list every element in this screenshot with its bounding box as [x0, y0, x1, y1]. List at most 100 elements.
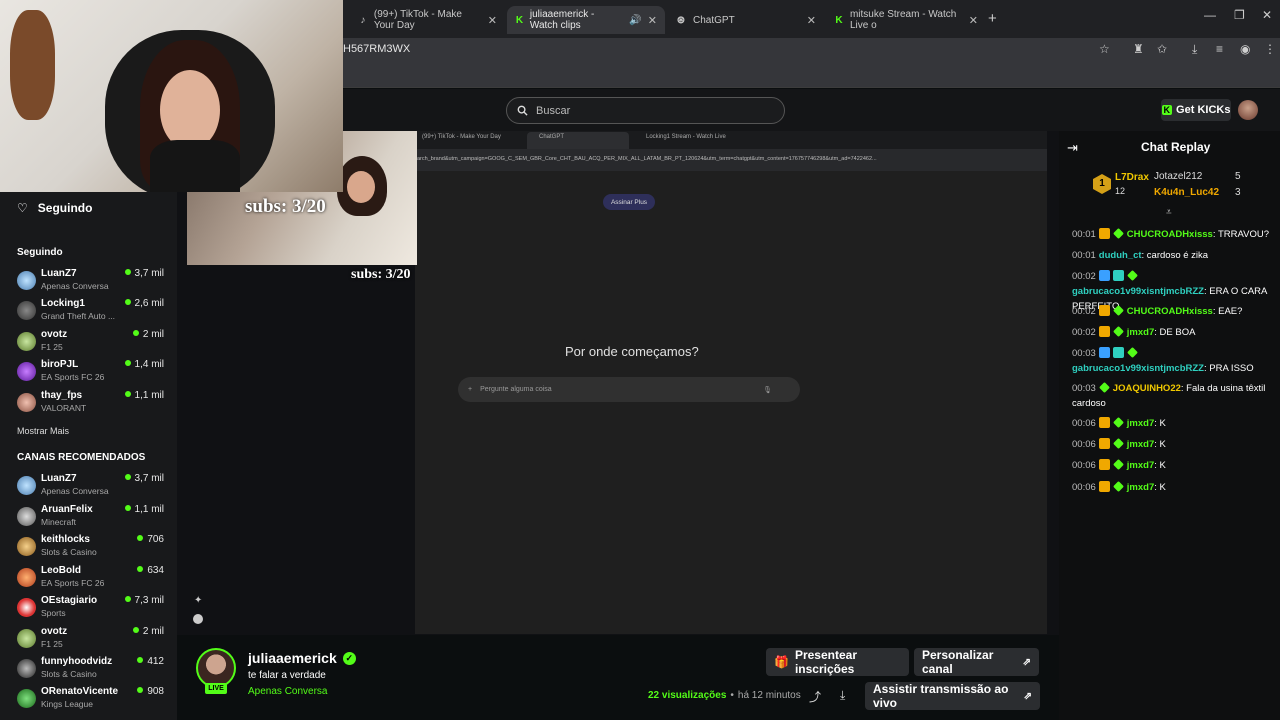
sidebar-item-ovotz[interactable]: ovotz F1 25 2 mil: [17, 329, 167, 357]
streamer-name[interactable]: juliaaemerick: [248, 650, 337, 666]
view-stats: 22 visualizações • há 12 minutos: [648, 690, 801, 701]
sparkle-icon: ✦: [194, 595, 203, 606]
speaker-icon[interactable]: 🔊: [629, 15, 641, 26]
close-icon[interactable]: ✕: [807, 14, 816, 27]
channel-name: LuanZ7: [41, 473, 77, 484]
chat-message: 00:06 jmxd7: K: [1072, 437, 1272, 452]
search-input[interactable]: Buscar: [506, 97, 785, 124]
close-icon[interactable]: ✕: [648, 14, 657, 27]
get-kicks-button[interactable]: K Get KICKs: [1161, 99, 1231, 121]
queue-icon[interactable]: ≡: [1216, 42, 1223, 56]
favorites-icon[interactable]: ✩: [1157, 42, 1167, 56]
sidebar-item-leobold[interactable]: LeoBold EA Sports FC 26 634: [17, 565, 167, 593]
chat-message: 00:01 duduh_ct: cardoso é zika: [1072, 248, 1272, 263]
sidebar-item-aruanfelix[interactable]: AruanFelix Minecraft 1,1 mil: [17, 504, 167, 532]
avatar: [17, 507, 36, 526]
viewer-count: 2,6 mil: [125, 298, 164, 309]
tab-kick-juliaaemerick[interactable]: K juliaaemerick - Watch clips 🔊 ✕: [507, 6, 665, 34]
chat-username[interactable]: JOAQUINHO22: [1113, 383, 1181, 394]
download-icon[interactable]: ⤓: [1192, 42, 1197, 57]
channel-category: VALORANT: [41, 403, 87, 413]
collapse-chat-icon[interactable]: ⇥: [1067, 140, 1078, 156]
url-text[interactable]: H567RM3WX: [343, 43, 410, 55]
avatar: [17, 598, 36, 617]
chat-username[interactable]: jmxd7: [1127, 327, 1154, 338]
star-badge-icon: [1098, 382, 1110, 393]
menu-icon[interactable]: ⋮: [1264, 42, 1276, 56]
chat-username[interactable]: gabrucaco1v99xisntjmcbRZZ: [1072, 363, 1204, 374]
sidebar-item-keithlocks[interactable]: keithlocks Slots & Casino 706: [17, 534, 167, 562]
viewer-count: 2 mil: [133, 329, 164, 340]
tab-kick-mitsuke[interactable]: K mitsuke Stream - Watch Live o ✕: [826, 6, 986, 34]
tab-tiktok[interactable]: ♪ (99+) TikTok - Make Your Day ✕: [350, 6, 505, 34]
channel-name: LuanZ7: [41, 268, 77, 279]
chat-text: : EAE?: [1212, 306, 1243, 317]
sidebar-item-rec-luanz7[interactable]: LuanZ7 Apenas Conversa 3,7 mil: [17, 473, 167, 501]
close-window-icon[interactable]: ✕: [1262, 8, 1272, 22]
leader-name[interactable]: L7Drax: [1115, 172, 1149, 183]
following-header[interactable]: ♡ Seguindo: [17, 201, 92, 215]
chat-username[interactable]: CHUCROADHxisss: [1127, 306, 1213, 317]
chat-username[interactable]: gabrucaco1v99xisntjmcbRZZ: [1072, 286, 1204, 297]
kick-icon: K: [835, 14, 843, 26]
viewer-count: 634: [137, 565, 164, 576]
chat-username[interactable]: CHUCROADHxisss: [1127, 229, 1213, 240]
channel-category: F1 25: [41, 639, 63, 649]
sidebar-item-funnyhoodvidz[interactable]: funnyhoodvidz Slots & Casino 412: [17, 656, 167, 684]
expand-leaderboard-icon[interactable]: ⩡: [1166, 207, 1172, 218]
chat-username[interactable]: duduh_ct: [1099, 250, 1142, 261]
download-icon[interactable]: ⤓: [840, 688, 845, 703]
sidebar-item-rec-ovotz[interactable]: ovotz F1 25 2 mil: [17, 626, 167, 654]
close-icon[interactable]: ✕: [488, 14, 497, 27]
chat-timestamp: 00:03: [1072, 348, 1096, 359]
show-more-link[interactable]: Mostrar Mais: [17, 426, 69, 436]
sidebar-item-locking1[interactable]: Locking1 Grand Theft Auto ... 2,6 mil: [17, 298, 167, 326]
chat-text: : DE BOA: [1154, 327, 1196, 338]
chat-username[interactable]: jmxd7: [1127, 439, 1154, 450]
main-webcam: [0, 0, 343, 192]
sidebar-item-biropjl[interactable]: biroPJL EA Sports FC 26 1,4 mil: [17, 359, 167, 387]
viewer-count: 1,4 mil: [125, 359, 164, 370]
sidebar-item-oestagiario[interactable]: OEstagiario Sports 7,3 mil: [17, 595, 167, 623]
streamer-avatar[interactable]: [196, 648, 236, 688]
channel-category: Apenas Conversa: [41, 281, 109, 291]
stream-title: te falar a verdade: [248, 670, 326, 681]
chat-timestamp: 00:01: [1072, 229, 1096, 240]
user-avatar[interactable]: [1238, 100, 1258, 120]
tab-chatgpt[interactable]: ⊛ ChatGPT ✕: [667, 6, 824, 34]
chat-username[interactable]: jmxd7: [1127, 418, 1154, 429]
shared-tab-locking1: Locking1 Stream - Watch Live: [646, 134, 726, 140]
cyan-badge-icon: [1112, 270, 1124, 281]
chat-username[interactable]: jmxd7: [1127, 482, 1154, 493]
plus-icon: +: [468, 386, 473, 393]
second-name[interactable]: Jotazel212: [1154, 171, 1202, 182]
star-badge-icon: [1112, 228, 1124, 239]
share-icon[interactable]: ⤴: [809, 688, 821, 705]
customize-channel-button[interactable]: Personalizar canal ⇗: [914, 648, 1039, 676]
watch-live-button[interactable]: Assistir transmissão ao vivo ⇗: [865, 682, 1040, 710]
star-badge-icon: [1112, 481, 1124, 492]
viewer-count: 3,7 mil: [125, 268, 164, 279]
sidebar-item-luanz7[interactable]: LuanZ7 Apenas Conversa 3,7 mil: [17, 268, 167, 296]
chat-message: 00:03 JOAQUINHO22: Fala da usina têxtil c…: [1072, 381, 1272, 411]
live-badge: LIVE: [205, 683, 227, 694]
clock-icon: [193, 614, 203, 624]
second-count: 5: [1235, 171, 1241, 182]
close-icon[interactable]: ✕: [969, 14, 978, 27]
stream-category[interactable]: Apenas Conversa: [248, 686, 328, 697]
chat-username[interactable]: jmxd7: [1127, 460, 1154, 471]
third-name[interactable]: K4u4n_Luc42: [1154, 187, 1219, 198]
bookmark-star-icon[interactable]: ☆: [1099, 42, 1110, 56]
search-icon: [517, 105, 528, 116]
minimize-icon[interactable]: —: [1204, 8, 1216, 22]
new-tab-button[interactable]: +: [988, 10, 997, 27]
extension-icon[interactable]: ♜: [1133, 42, 1144, 56]
restore-icon[interactable]: ❐: [1234, 8, 1245, 22]
gift-subs-button[interactable]: 🎁 Presentear inscrições: [766, 648, 909, 676]
channel-category: EA Sports FC 26: [41, 578, 105, 588]
kick-icon: K: [1161, 105, 1173, 115]
profile-icon[interactable]: ◉: [1240, 42, 1250, 56]
avatar: [17, 689, 36, 708]
sidebar-item-thay-fps[interactable]: thay_fps VALORANT 1,1 mil: [17, 390, 167, 418]
sidebar-item-orenatovicente[interactable]: ORenatoVicente Kings League 908: [17, 686, 167, 714]
